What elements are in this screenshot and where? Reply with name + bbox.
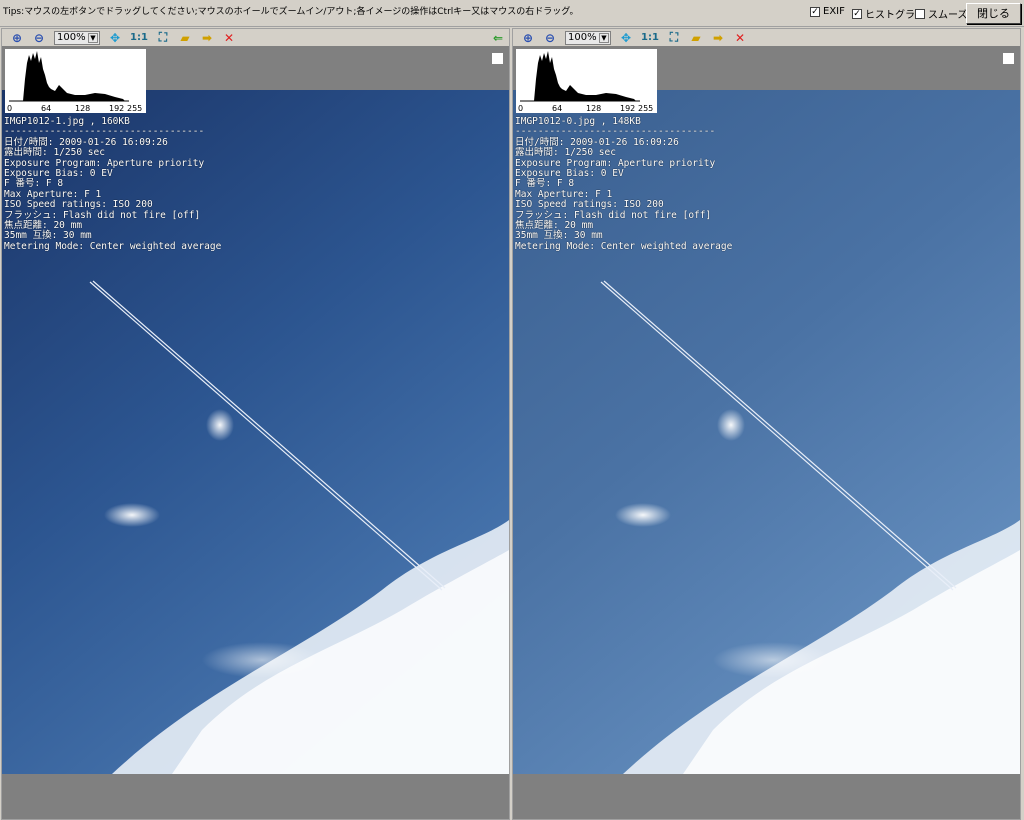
image-panel: ⊕ ⊖ 100% ▼ ✥ 1:1 ⛶ ▰ ➡ ✕ 0 64 128 192 25… [512, 28, 1021, 820]
zoom-select[interactable]: 100% ▼ [565, 30, 611, 45]
exif-line: Metering Mode: Center weighted average [4, 240, 222, 252]
checkbox-box[interactable] [915, 8, 925, 19]
zoom-in-icon[interactable]: ⊕ [521, 31, 535, 45]
hist-tick: 128 [75, 104, 91, 113]
hist-tick: 192 [620, 104, 636, 113]
open-folder-icon[interactable]: ▰ [178, 31, 192, 45]
fit-center-icon[interactable]: ✥ [619, 31, 633, 45]
zoom-out-icon[interactable]: ⊖ [32, 31, 46, 45]
fit-window-icon[interactable]: ⛶ [667, 30, 681, 45]
exif-line: Metering Mode: Center weighted average [515, 240, 733, 252]
panel-toolbar: ⊕ ⊖ 100% ▼ ✥ 1:1 ⛶ ▰ ➡ ✕ [513, 29, 1020, 46]
exif-label: EXIF [823, 6, 845, 17]
next-folder-icon[interactable]: ➡ [200, 31, 214, 45]
zoom-in-icon[interactable]: ⊕ [10, 31, 24, 45]
image-panel: ⊕ ⊖ 100% ▼ ✥ 1:1 ⛶ ▰ ➡ ✕ ⇐ 0 64 128 192 … [1, 28, 510, 820]
exif-checkbox[interactable]: ✓ EXIF [810, 6, 845, 17]
actual-size-button[interactable]: 1:1 [641, 31, 659, 45]
actual-size-button[interactable]: 1:1 [130, 31, 148, 45]
smooth-checkbox[interactable]: スムーズ [915, 6, 968, 21]
hist-tick: 192 [109, 104, 125, 113]
hist-tick: 64 [552, 104, 563, 113]
hist-tick: 255 [638, 104, 654, 113]
delete-icon[interactable]: ✕ [222, 31, 236, 45]
zoom-value: 100% [57, 32, 86, 43]
chevron-down-icon[interactable]: ▼ [88, 32, 98, 43]
panel-indicator [492, 53, 503, 64]
hist-tick: 64 [41, 104, 52, 113]
panel-toolbar: ⊕ ⊖ 100% ▼ ✥ 1:1 ⛶ ▰ ➡ ✕ ⇐ [2, 29, 509, 46]
zoom-out-icon[interactable]: ⊖ [543, 31, 557, 45]
histogram: 0 64 128 192 255 [516, 49, 657, 113]
zoom-select[interactable]: 100% ▼ [54, 30, 100, 45]
tips-text: Tips:マウスの左ボタンでドラッグしてください;マウスのホイールでズームイン/… [3, 7, 579, 17]
chevron-down-icon[interactable]: ▼ [599, 32, 609, 43]
next-folder-icon[interactable]: ➡ [711, 31, 725, 45]
hist-tick: 128 [586, 104, 602, 113]
fit-center-icon[interactable]: ✥ [108, 31, 122, 45]
panel-indicator [1003, 53, 1014, 64]
smooth-label: スムーズ [928, 10, 968, 21]
histogram-checkbox[interactable]: ✓ ヒストグラ [852, 6, 915, 21]
checkbox-box[interactable]: ✓ [852, 8, 862, 19]
histogram-chart [520, 51, 640, 102]
fit-window-icon[interactable]: ⛶ [156, 30, 170, 45]
exif-overlay: IMGP1012-0.jpg , 148KB ------------------… [515, 116, 733, 252]
histogram-chart [9, 51, 129, 102]
hist-tick: 0 [7, 104, 13, 113]
delete-icon[interactable]: ✕ [733, 31, 747, 45]
histogram-label: ヒストグラ [865, 10, 915, 21]
hist-tick: 255 [127, 104, 143, 113]
exif-overlay: IMGP1012-1.jpg , 160KB ------------------… [4, 116, 222, 252]
swap-arrow-icon[interactable]: ⇐ [491, 31, 505, 45]
close-button[interactable]: 閉じる [966, 3, 1021, 24]
open-folder-icon[interactable]: ▰ [689, 31, 703, 45]
zoom-value: 100% [568, 32, 597, 43]
top-bar: Tips:マウスの左ボタンでドラッグしてください;マウスのホイールでズームイン/… [0, 0, 1024, 27]
checkbox-box[interactable]: ✓ [810, 6, 820, 17]
histogram: 0 64 128 192 255 [5, 49, 146, 113]
hist-tick: 0 [518, 104, 524, 113]
